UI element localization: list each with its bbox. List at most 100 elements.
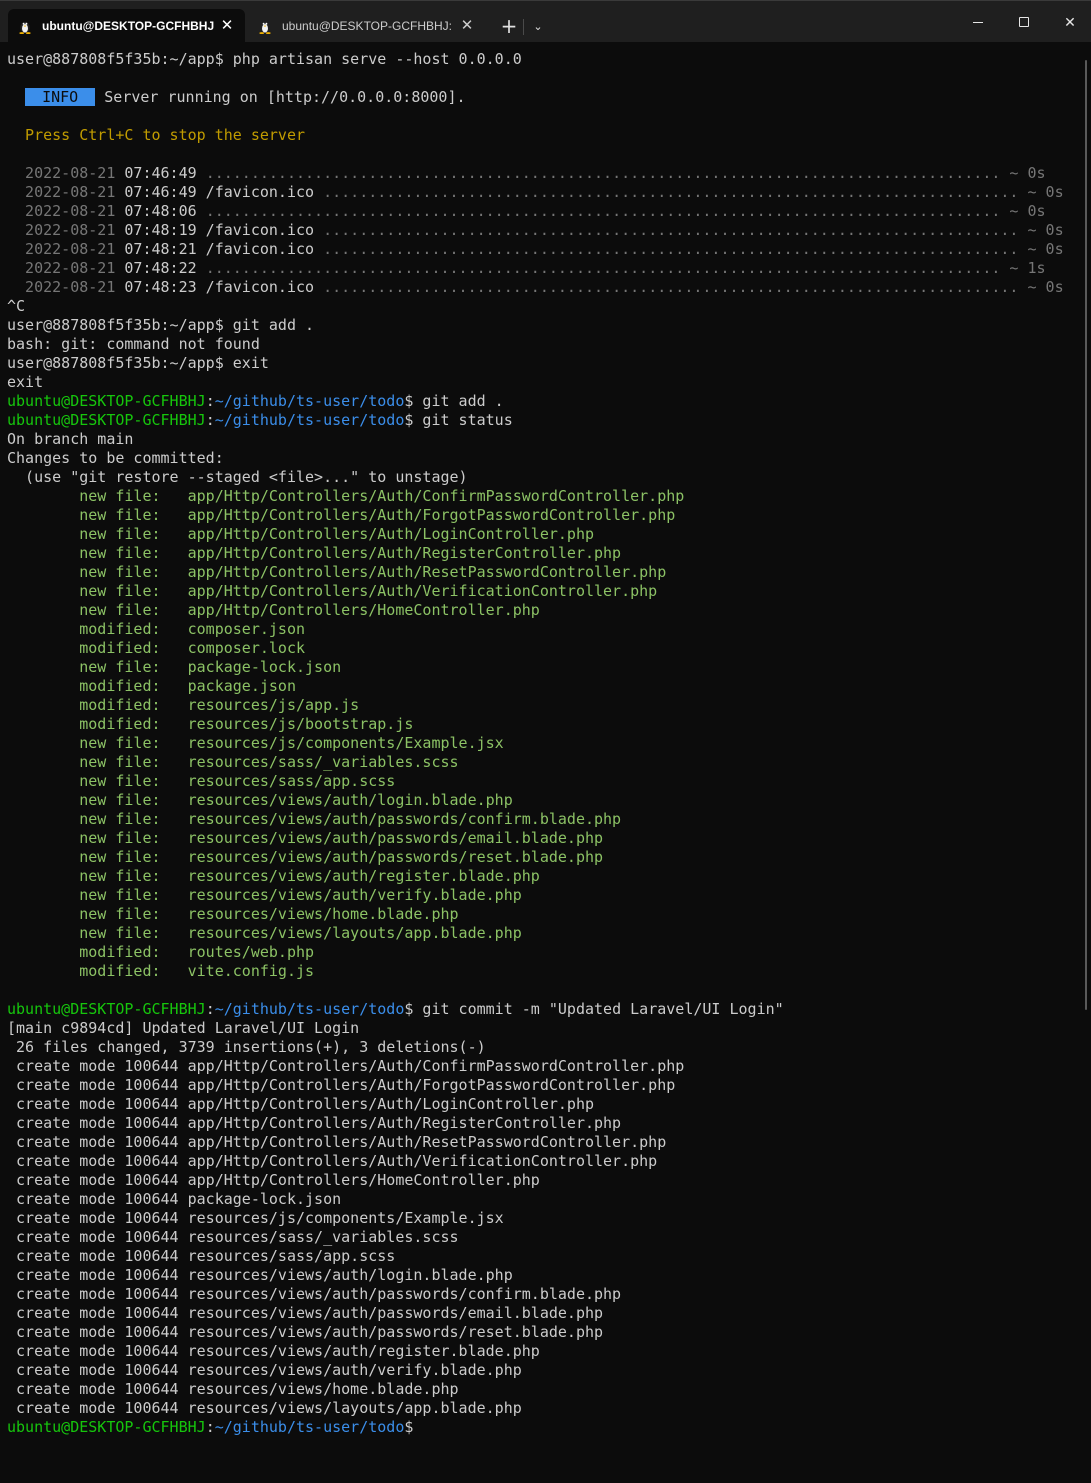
terminal-line: user@887808f5f35b:~/app$ php artisan ser… bbox=[7, 50, 1064, 69]
terminal-text: 07:48:22 bbox=[124, 259, 206, 277]
terminal-text: new file: app/Http/Controllers/HomeContr… bbox=[7, 601, 540, 619]
terminal-line: create mode 100644 app/Http/Controllers/… bbox=[7, 1133, 1064, 1152]
terminal-line: modified: composer.json bbox=[7, 620, 1064, 639]
terminal-line: create mode 100644 package-lock.json bbox=[7, 1190, 1064, 1209]
terminal-text: 26 files changed, 3739 insertions(+), 3 … bbox=[7, 1038, 486, 1056]
terminal-line: ubuntu@DESKTOP-GCFHBHJ:~/github/ts-user/… bbox=[7, 392, 1064, 411]
terminal-line: create mode 100644 resources/views/auth/… bbox=[7, 1361, 1064, 1380]
terminal-text: new file: resources/views/auth/passwords… bbox=[7, 829, 604, 847]
terminal-line: On branch main bbox=[7, 430, 1064, 449]
terminal-text: new file: package-lock.json bbox=[7, 658, 342, 676]
terminal-line: create mode 100644 app/Http/Controllers/… bbox=[7, 1057, 1064, 1076]
terminal-text: ubuntu@DESKTOP-GCFHBHJ bbox=[7, 392, 206, 410]
terminal-text: new file: app/Http/Controllers/Auth/Regi… bbox=[7, 544, 622, 562]
terminal-text: ~/github/ts-user/todo bbox=[214, 1418, 405, 1436]
terminal-text: new file: resources/views/home.blade.php bbox=[7, 905, 459, 923]
terminal-line: new file: app/Http/Controllers/Auth/Rese… bbox=[7, 563, 1064, 582]
terminal-line: create mode 100644 resources/views/home.… bbox=[7, 1380, 1064, 1399]
terminal-text: new file: resources/js/components/Exampl… bbox=[7, 734, 504, 752]
terminal-text: create mode 100644 app/Http/Controllers/… bbox=[7, 1152, 658, 1170]
terminal-text: 07:48:21 /favicon.ico bbox=[124, 240, 324, 258]
tab-1[interactable]: ubuntu@DESKTOP-GCFHBHJ: ✕ bbox=[8, 9, 245, 43]
scrollbar[interactable] bbox=[1085, 60, 1087, 1010]
window-close-button[interactable]: ✕ bbox=[1047, 9, 1091, 37]
terminal-line: new file: resources/views/auth/passwords… bbox=[7, 829, 1064, 848]
terminal-text: ^C bbox=[7, 297, 26, 315]
terminal-line: create mode 100644 resources/views/auth/… bbox=[7, 1342, 1064, 1361]
terminal-text: $ git status bbox=[404, 411, 513, 429]
terminal-line: new file: app/Http/Controllers/HomeContr… bbox=[7, 601, 1064, 620]
terminal-line: 2022-08-21 07:48:21 /favicon.ico .......… bbox=[7, 240, 1064, 259]
terminal-line: create mode 100644 app/Http/Controllers/… bbox=[7, 1114, 1064, 1133]
terminal-text: create mode 100644 app/Http/Controllers/… bbox=[7, 1114, 622, 1132]
terminal-line: create mode 100644 app/Http/Controllers/… bbox=[7, 1152, 1064, 1171]
terminal-line: new file: resources/views/auth/passwords… bbox=[7, 848, 1064, 867]
terminal-text: ~/github/ts-user/todo bbox=[214, 392, 405, 410]
terminal-text: ........................................… bbox=[323, 278, 1064, 296]
close-tab-icon[interactable]: ✕ bbox=[459, 17, 475, 33]
info-badge: INFO bbox=[25, 88, 96, 106]
terminal-line: new file: resources/views/layouts/app.bl… bbox=[7, 924, 1064, 943]
terminal-text: $ bbox=[404, 1418, 414, 1436]
terminal-line: ubuntu@DESKTOP-GCFHBHJ:~/github/ts-user/… bbox=[7, 1418, 1064, 1437]
terminal-text: ........................................… bbox=[205, 259, 1046, 277]
terminal-line: new file: resources/views/auth/verify.bl… bbox=[7, 886, 1064, 905]
terminal-text: : bbox=[205, 1418, 215, 1436]
terminal-text: create mode 100644 app/Http/Controllers/… bbox=[7, 1133, 667, 1151]
terminal-text: create mode 100644 package-lock.json bbox=[7, 1190, 342, 1208]
terminal-text: 07:48:23 /favicon.ico bbox=[124, 278, 324, 296]
terminal-line: create mode 100644 app/Http/Controllers/… bbox=[7, 1076, 1064, 1095]
terminal-text: 07:48:19 /favicon.ico bbox=[124, 221, 324, 239]
terminal-text: create mode 100644 app/Http/Controllers/… bbox=[7, 1076, 676, 1094]
close-tab-icon[interactable]: ✕ bbox=[219, 17, 235, 33]
terminal-line: create mode 100644 resources/sass/app.sc… bbox=[7, 1247, 1064, 1266]
terminal-text: : bbox=[205, 392, 215, 410]
maximize-icon bbox=[1019, 17, 1029, 27]
terminal-text: new file: app/Http/Controllers/Auth/Conf… bbox=[7, 487, 685, 505]
terminal-text: modified: routes/web.php bbox=[7, 943, 315, 961]
terminal-text: 2022-08-21 bbox=[7, 202, 125, 220]
terminal-line: 2022-08-21 07:48:22 ....................… bbox=[7, 259, 1064, 278]
minimize-button[interactable] bbox=[955, 9, 1001, 37]
terminal-text: ubuntu@DESKTOP-GCFHBHJ bbox=[7, 1000, 206, 1018]
title-bar: ubuntu@DESKTOP-GCFHBHJ: ✕ ubuntu@DESKTOP… bbox=[0, 0, 1091, 43]
tab-title: ubuntu@DESKTOP-GCFHBHJ: - bbox=[282, 19, 454, 33]
terminal-text: new file: resources/views/auth/passwords… bbox=[7, 810, 622, 828]
terminal-line: new file: app/Http/Controllers/Auth/Conf… bbox=[7, 487, 1064, 506]
maximize-button[interactable] bbox=[1001, 9, 1047, 37]
terminal-text: (use "git restore --staged <file>..." to… bbox=[7, 468, 468, 486]
terminal-line: create mode 100644 app/Http/Controllers/… bbox=[7, 1171, 1064, 1190]
terminal-text: create mode 100644 resources/views/auth/… bbox=[7, 1342, 540, 1360]
terminal-text: new file: app/Http/Controllers/Auth/Rese… bbox=[7, 563, 667, 581]
terminal-text: ubuntu@DESKTOP-GCFHBHJ bbox=[7, 1418, 206, 1436]
terminal-output[interactable]: user@887808f5f35b:~/app$ php artisan ser… bbox=[0, 42, 1083, 1483]
terminal-line: modified: routes/web.php bbox=[7, 943, 1064, 962]
terminal-text: modified: resources/js/app.js bbox=[7, 696, 360, 714]
terminal-text: create mode 100644 resources/views/auth/… bbox=[7, 1304, 604, 1322]
terminal-text: 07:48:06 bbox=[124, 202, 206, 220]
terminal-line: 2022-08-21 07:46:49 ....................… bbox=[7, 164, 1064, 183]
terminal-text: new file: app/Http/Controllers/Auth/Forg… bbox=[7, 506, 676, 524]
new-tab-button[interactable]: + bbox=[496, 15, 522, 39]
terminal-line: new file: resources/views/auth/login.bla… bbox=[7, 791, 1064, 810]
terminal-line: 2022-08-21 07:46:49 /favicon.ico .......… bbox=[7, 183, 1064, 202]
terminal-line: new file: resources/views/home.blade.php bbox=[7, 905, 1064, 924]
terminal-line: new file: app/Http/Controllers/Auth/Logi… bbox=[7, 525, 1064, 544]
terminal-line: 2022-08-21 07:48:19 /favicon.ico .......… bbox=[7, 221, 1064, 240]
tab-2[interactable]: ubuntu@DESKTOP-GCFHBHJ: - ✕ bbox=[248, 9, 485, 43]
terminal-line: INFO Server running on [http://0.0.0.0:8… bbox=[7, 88, 1064, 107]
terminal-text: ........................................… bbox=[323, 240, 1064, 258]
terminal-line: create mode 100644 resources/sass/_varia… bbox=[7, 1228, 1064, 1247]
terminal-text: create mode 100644 resources/views/layou… bbox=[7, 1399, 522, 1417]
terminal-text: new file: resources/sass/app.scss bbox=[7, 772, 396, 790]
terminal-line: exit bbox=[7, 373, 1064, 392]
terminal-line: new file: package-lock.json bbox=[7, 658, 1064, 677]
chevron-down-icon[interactable]: ⌄ bbox=[528, 17, 548, 37]
terminal-text: 2022-08-21 bbox=[7, 164, 125, 182]
terminal-line: new file: resources/views/auth/passwords… bbox=[7, 810, 1064, 829]
terminal-line: create mode 100644 resources/views/auth/… bbox=[7, 1285, 1064, 1304]
terminal-line: new file: resources/sass/_variables.scss bbox=[7, 753, 1064, 772]
terminal-text: create mode 100644 resources/sass/_varia… bbox=[7, 1228, 459, 1246]
